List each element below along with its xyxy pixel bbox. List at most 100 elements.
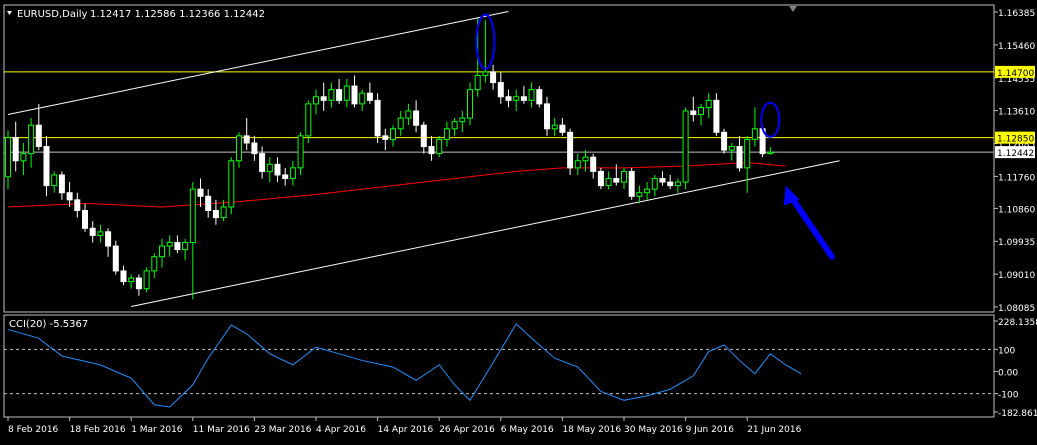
- candle-body: [128, 277, 135, 283]
- candle-body: [282, 174, 289, 180]
- candle: [628, 167, 635, 200]
- candle: [374, 93, 381, 143]
- candle-body: [413, 110, 420, 126]
- price-tick-label: 1.09010: [998, 271, 1035, 281]
- candle-body: [597, 170, 604, 187]
- level-price-label: 1.12850: [997, 135, 1034, 145]
- candle-body: [351, 85, 358, 105]
- candle-body: [182, 241, 189, 251]
- candle-body: [497, 82, 504, 98]
- price-tick-label: 1.11760: [998, 173, 1035, 183]
- candle-body: [405, 110, 412, 119]
- candle-body: [636, 192, 643, 197]
- chart-ohlc-readout: 1.12417 1.12586 1.12366 1.12442: [90, 9, 265, 20]
- candle-body: [767, 151, 774, 155]
- price-tick-label: 1.16385: [998, 9, 1035, 19]
- candle-body: [297, 135, 304, 169]
- candle: [536, 86, 543, 108]
- candle: [721, 128, 728, 154]
- candle-body: [613, 178, 620, 183]
- level-price-label: 1.14700: [997, 69, 1034, 79]
- candle-body: [682, 110, 689, 183]
- candle-body: [751, 128, 758, 140]
- cci-title: CCI(20) -5.5367: [9, 319, 88, 330]
- candle: [436, 135, 443, 158]
- candle-body: [166, 241, 173, 247]
- candle-body: [667, 181, 674, 187]
- candle: [143, 267, 150, 293]
- candle-body: [28, 124, 35, 155]
- date-tick-label: 18 Feb 2016: [70, 425, 126, 435]
- candle-body: [520, 96, 527, 101]
- current-price-label: 1.12442: [997, 149, 1034, 159]
- candle-body: [97, 231, 104, 236]
- candle-body: [659, 178, 666, 183]
- candle-body: [58, 174, 65, 194]
- candle-body: [205, 195, 212, 212]
- candle-body: [112, 245, 119, 272]
- candle: [597, 167, 604, 190]
- candle-body: [651, 178, 658, 190]
- candle-body: [366, 92, 373, 101]
- chart-symbol-label: EURUSD,Daily: [17, 9, 88, 20]
- candle-body: [559, 124, 566, 133]
- candle-body: [89, 227, 96, 236]
- candle-body: [174, 241, 181, 251]
- date-tick-label: 30 May 2016: [624, 425, 683, 435]
- candle-body: [721, 131, 728, 151]
- candle-body: [590, 156, 597, 172]
- date-tick-label: 6 May 2016: [501, 425, 554, 435]
- candle-body: [43, 146, 50, 187]
- candle-body: [528, 89, 535, 101]
- candle-body: [159, 245, 165, 258]
- date-tick-label: 14 Apr 2016: [378, 425, 434, 435]
- candle-body: [328, 89, 335, 101]
- date-tick-label: 1 Mar 2016: [131, 425, 183, 435]
- candle-body: [51, 174, 58, 187]
- candle-body: [482, 71, 489, 76]
- candle-body: [382, 135, 389, 140]
- price-tick-label: 1.09935: [998, 238, 1035, 248]
- date-tick-label: 9 Jun 2016: [686, 425, 735, 435]
- date-tick-label: 4 Apr 2016: [316, 425, 366, 435]
- candle-body: [474, 74, 481, 91]
- candle: [567, 128, 574, 175]
- candle-body: [567, 131, 574, 169]
- price-tick-label: 1.13610: [998, 108, 1035, 118]
- candle-body: [189, 188, 196, 243]
- candle: [228, 157, 235, 215]
- candle-body: [574, 160, 581, 169]
- background: [0, 0, 1037, 441]
- cci-tick-label: -100: [998, 391, 1019, 401]
- cci-tick-label: -182.8614: [998, 409, 1037, 419]
- candle-body: [428, 146, 435, 155]
- candle: [682, 107, 689, 190]
- candle-body: [705, 99, 712, 108]
- candle-body: [5, 137, 11, 178]
- candle-body: [744, 138, 751, 169]
- candle-body: [105, 231, 112, 247]
- date-tick-label: 8 Feb 2016: [8, 425, 59, 435]
- candle-body: [513, 96, 520, 101]
- candle: [112, 240, 119, 275]
- candle-body: [605, 178, 612, 187]
- candle-body: [674, 181, 681, 187]
- candle-body: [467, 89, 473, 119]
- candle-body: [436, 138, 443, 155]
- candle-body: [628, 170, 635, 197]
- candle-body: [490, 71, 497, 84]
- candle-body: [212, 210, 219, 219]
- candle-body: [459, 117, 466, 123]
- candle-body: [451, 121, 458, 130]
- candle-body: [135, 277, 142, 290]
- candle-body: [644, 188, 651, 194]
- date-tick-label: 26 Apr 2016: [439, 425, 495, 435]
- candle-body: [505, 96, 512, 101]
- candle-body: [728, 146, 735, 151]
- candle-body: [197, 188, 204, 197]
- candle-body: [551, 124, 558, 130]
- date-tick-label: 11 Mar 2016: [193, 425, 250, 435]
- candle-body: [544, 103, 550, 130]
- candle-body: [251, 142, 258, 155]
- candle-body: [35, 124, 42, 148]
